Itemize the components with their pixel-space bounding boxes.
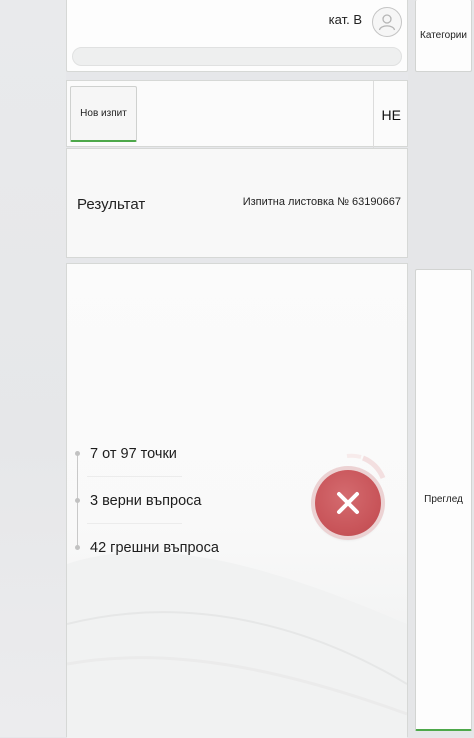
divider (87, 476, 182, 477)
answer-label: НЕ (381, 107, 401, 123)
header-card: кат. В (66, 0, 408, 72)
result-header: Результат Изпитна листовка № 63190667 (66, 148, 408, 258)
categories-button[interactable]: Категории (415, 0, 472, 72)
action-row: Нов изпит НЕ (66, 80, 408, 148)
category-label: кат. В (328, 12, 362, 27)
divider (373, 81, 374, 148)
stat-wrong: 42 грешни въпроса (90, 540, 219, 556)
stat-points: 7 от 97 точки (90, 446, 177, 462)
timeline-dot (75, 498, 80, 503)
fail-indicator (315, 470, 381, 536)
stat-correct: 3 верни въпроса (90, 493, 202, 509)
main-column: кат. В Нов изпит НЕ Результат Изпитна ли… (66, 0, 408, 738)
timeline-dot (75, 545, 80, 550)
divider (87, 523, 182, 524)
new-exam-button[interactable]: Нов изпит (70, 86, 137, 142)
user-icon[interactable] (372, 7, 402, 37)
right-sidebar: Категории Преглед (408, 0, 474, 737)
result-status (311, 452, 391, 544)
search-input[interactable] (72, 47, 402, 66)
timeline-dot (75, 451, 80, 456)
left-gutter (0, 0, 66, 737)
close-icon (337, 492, 359, 514)
review-button[interactable]: Преглед (415, 269, 472, 731)
exam-sheet-number: Изпитна листовка № 63190667 (242, 196, 401, 208)
stats-panel: 7 от 97 точки 3 верни въпроса 42 грешни … (66, 263, 408, 738)
result-title: Результат (77, 196, 146, 213)
